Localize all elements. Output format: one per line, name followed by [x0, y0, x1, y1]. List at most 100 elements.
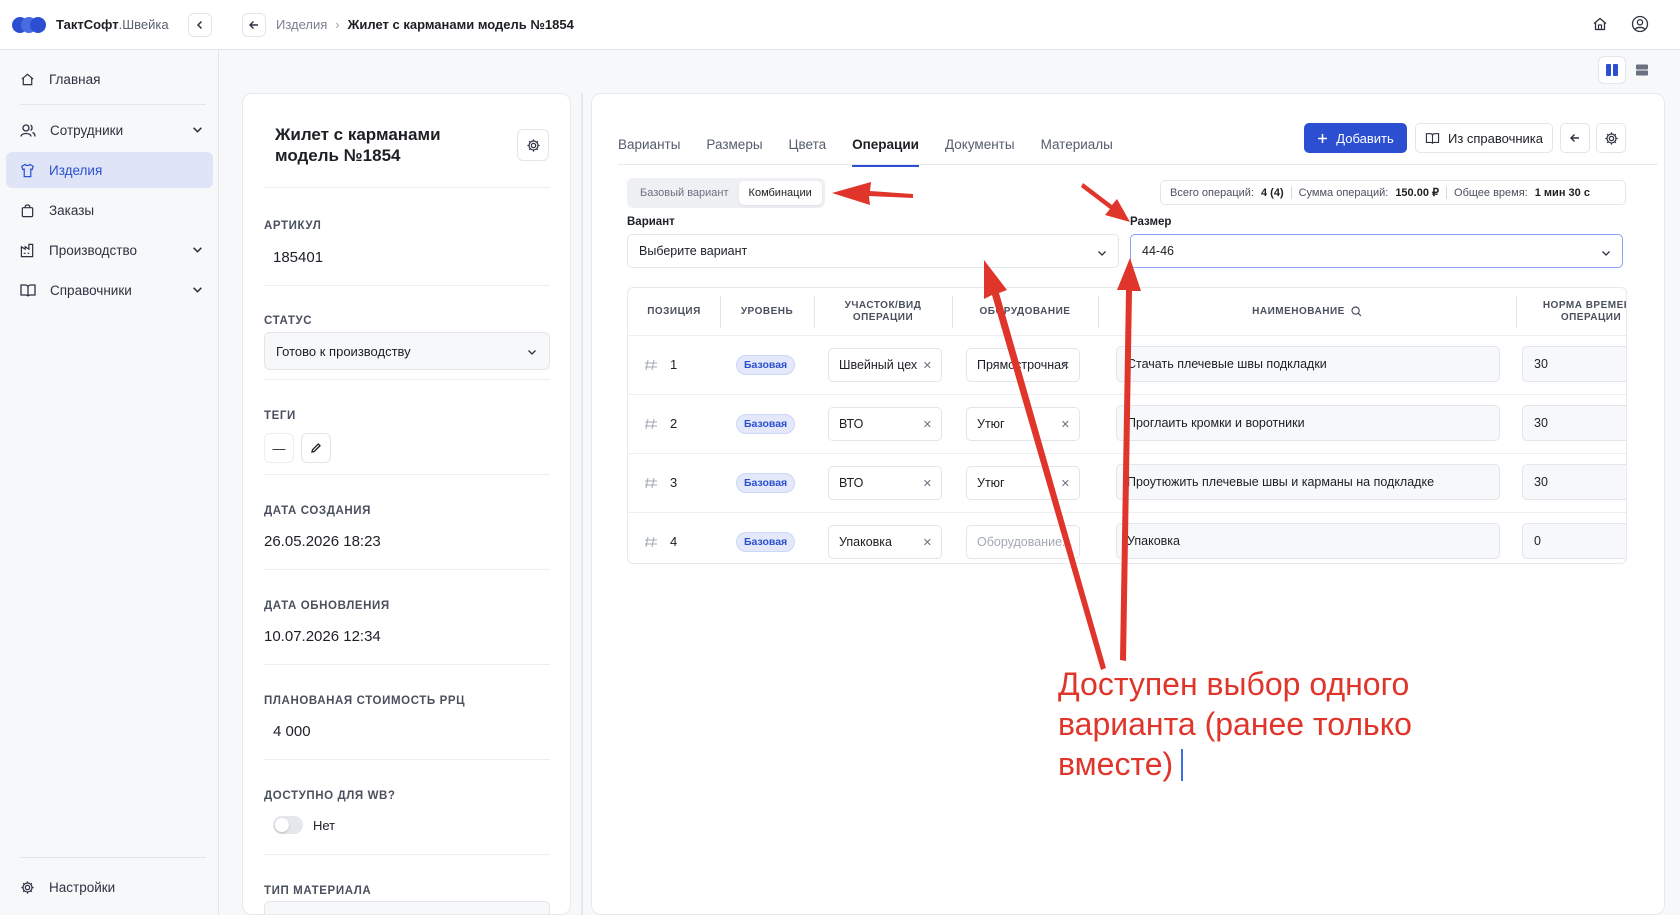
status-label: СТАТУС: [264, 315, 313, 327]
back-button[interactable]: [242, 13, 266, 37]
stacked-view-toggle[interactable]: [1628, 56, 1656, 84]
from-reference-label: Из справочника: [1447, 130, 1544, 146]
header-norm-line1: НОРМА ВРЕМЕНИ: [1542, 299, 1626, 311]
user-profile-icon[interactable]: [1631, 15, 1649, 33]
wb-toggle[interactable]: [273, 816, 303, 834]
clear-icon[interactable]: ✕: [1061, 477, 1070, 490]
edit-tags-button[interactable]: [301, 433, 331, 463]
time-norm-input[interactable]: 30: [1522, 464, 1626, 500]
section-chip[interactable]: Упаковка ✕: [828, 525, 942, 559]
material-select[interactable]: [264, 901, 550, 914]
sidebar-item-orders[interactable]: Заказы: [6, 192, 213, 228]
section-value: Швейный цех: [839, 358, 918, 372]
row-position: 3: [670, 475, 678, 490]
drag-handle-icon[interactable]: [644, 418, 658, 430]
collapse-sidebar-button[interactable]: [188, 13, 212, 37]
tab-materials[interactable]: Материалы: [1041, 137, 1113, 167]
clear-icon[interactable]: ✕: [923, 536, 932, 549]
breadcrumb-products[interactable]: Изделия: [276, 17, 327, 32]
wb-label: ДОСТУПНО ДЛЯ WB?: [264, 790, 396, 802]
variant-select[interactable]: Выберите вариант: [627, 234, 1119, 268]
tags-empty: —: [264, 433, 294, 463]
operation-name-input[interactable]: Упаковка: [1116, 523, 1500, 559]
breadcrumb-separator: ›: [335, 17, 340, 32]
sidebar-item-references[interactable]: Справочники: [6, 272, 213, 308]
clear-icon[interactable]: ✕: [923, 418, 932, 431]
annotation-line-3-text: вместе): [1058, 746, 1174, 782]
section-chip[interactable]: Швейный цех ✕: [828, 348, 942, 382]
factory-icon: [20, 243, 34, 257]
home-icon[interactable]: [1592, 16, 1608, 32]
pencil-icon: [311, 443, 321, 453]
collapse-panel-button[interactable]: [1560, 123, 1590, 153]
sidebar-item-label: Сотрудники: [50, 122, 124, 138]
search-icon[interactable]: [1351, 306, 1362, 317]
row-position: 2: [670, 416, 678, 431]
tab-colors[interactable]: Цвета: [789, 137, 827, 167]
table-row[interactable]: 2 Базовая ВТО ✕ Утюг ✕ Проглаить кромки и …: [628, 394, 1626, 453]
field-divider: [264, 285, 550, 286]
time-norm-input[interactable]: 30: [1522, 405, 1626, 441]
segment-base-variant[interactable]: Базовый вариант: [630, 181, 739, 205]
clear-icon[interactable]: ✕: [1061, 418, 1070, 431]
time-norm-input[interactable]: 30: [1522, 346, 1626, 382]
drag-handle-icon[interactable]: [644, 477, 658, 489]
segment-combinations[interactable]: Комбинации: [738, 181, 822, 205]
level-badge: Базовая: [736, 532, 796, 552]
operations-settings-button[interactable]: [1596, 123, 1626, 153]
columns-icon: [1606, 64, 1618, 76]
operation-name-input[interactable]: Стачать плечевые швы подкладки: [1116, 346, 1500, 382]
clear-icon[interactable]: ✕: [923, 359, 932, 372]
annotation-line-2: варианта (ранее только: [1058, 706, 1412, 742]
equipment-value: Прямострочная: [977, 358, 1068, 372]
equipment-chip[interactable]: Оборудование...: [966, 525, 1080, 559]
section-chip[interactable]: ВТО ✕: [828, 407, 942, 441]
product-title: Жилет с карманами модель №1854: [275, 125, 441, 165]
chevron-down-icon: [1098, 251, 1106, 256]
gear-icon: [21, 880, 34, 894]
from-reference-button[interactable]: Из справочника: [1415, 123, 1553, 153]
tab-operations[interactable]: Операции: [852, 137, 919, 167]
status-value: Готово к производству: [276, 343, 411, 359]
tab-sizes[interactable]: Размеры: [706, 137, 762, 167]
cost-value: 4 000: [273, 723, 311, 740]
equipment-chip[interactable]: Утюг ✕: [966, 466, 1080, 500]
panel-divider: [581, 93, 583, 915]
size-select[interactable]: 44-46: [1130, 234, 1623, 268]
sidebar-item-employees[interactable]: Сотрудники: [6, 112, 213, 148]
equipment-chip[interactable]: Утюг ✕: [966, 407, 1080, 441]
equipment-chip[interactable]: Прямострочная ✕: [966, 348, 1080, 382]
table-row[interactable]: 4 Базовая Упаковка ✕ Оборудование... Упак…: [628, 512, 1626, 563]
sidebar-item-label: Настройки: [49, 879, 116, 895]
sidebar-item-settings[interactable]: Настройки: [6, 869, 213, 905]
add-button[interactable]: Добавить: [1304, 123, 1407, 153]
status-select[interactable]: Готово к производству: [264, 332, 550, 370]
operation-name-input[interactable]: Проутюжить плечевые швы и карманы на под…: [1116, 464, 1500, 500]
table-row[interactable]: 3 Базовая ВТО ✕ Утюг ✕ Проутюжить плечевые…: [628, 453, 1626, 512]
drag-handle-icon[interactable]: [644, 359, 658, 371]
operation-name-input[interactable]: Проглаить кромки и воротники: [1116, 405, 1500, 441]
clear-icon[interactable]: ✕: [1061, 359, 1070, 372]
stats-separator: [1446, 186, 1448, 199]
time-norm-input[interactable]: 0: [1522, 523, 1626, 559]
clear-icon[interactable]: ✕: [923, 477, 932, 490]
chevron-down-icon: [1602, 251, 1610, 256]
tab-documents[interactable]: Документы: [945, 137, 1015, 167]
operations-table: ПОЗИЦИЯ УРОВЕНЬ УЧАСТОК/ВИД ОПЕРАЦИИ ОБО…: [627, 287, 1627, 564]
product-settings-button[interactable]: [517, 129, 549, 161]
header-norm-line2: ОПЕРАЦИИ: [1560, 311, 1622, 323]
tabs-divider: [618, 164, 1658, 165]
rows-icon: [1636, 64, 1648, 76]
cost-label: ПЛАНОВАНАЯ СТОИМОСТЬ РРЦ: [264, 695, 466, 707]
book-icon: [1425, 132, 1440, 144]
split-view-toggle[interactable]: [1598, 56, 1626, 84]
sidebar-item-home[interactable]: Главная: [6, 61, 213, 97]
sidebar-item-production[interactable]: Производство: [6, 232, 213, 268]
drag-handle-icon[interactable]: [644, 536, 658, 548]
level-badge: Базовая: [736, 414, 796, 434]
tab-variants[interactable]: Варианты: [618, 137, 680, 167]
row-position: 1: [670, 357, 678, 372]
sidebar-item-products[interactable]: Изделия: [6, 152, 213, 188]
section-chip[interactable]: ВТО ✕: [828, 466, 942, 500]
table-row[interactable]: 1 Базовая Швейный цех ✕ Прямострочная ✕ Ст…: [628, 335, 1626, 394]
